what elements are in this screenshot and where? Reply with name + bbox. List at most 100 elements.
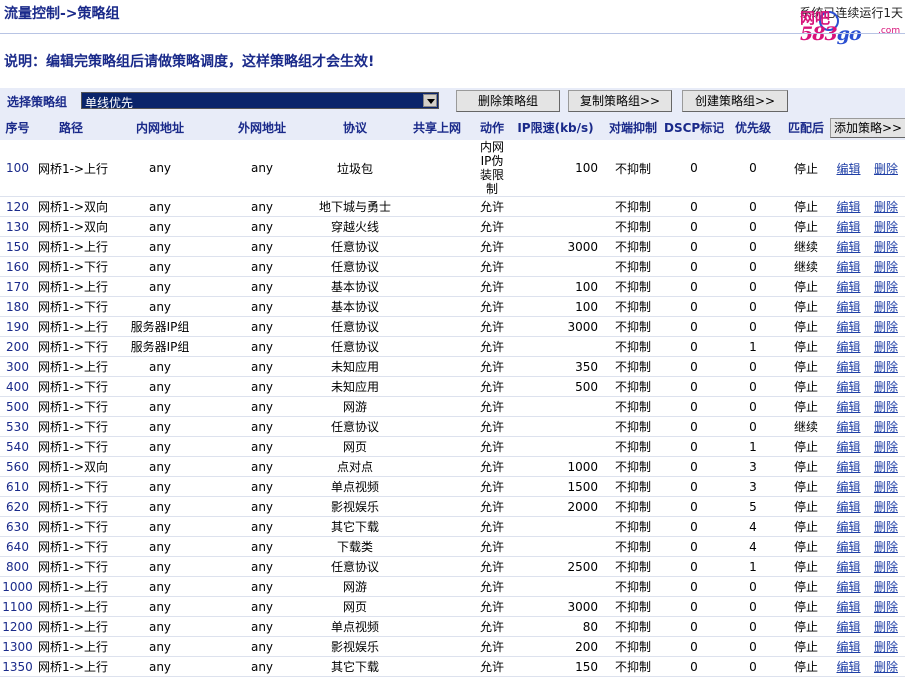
table-cell: 停止	[782, 196, 830, 217]
table-cell: 任意协议	[311, 256, 399, 277]
edit-link[interactable]: 编辑	[836, 162, 860, 176]
delete-link[interactable]: 删除	[874, 260, 898, 274]
edit-link[interactable]: 编辑	[836, 220, 860, 234]
delete-link[interactable]: 删除	[874, 162, 898, 176]
table-cell: any	[107, 140, 213, 197]
delete-link[interactable]: 删除	[874, 660, 898, 674]
table-cell: 允许	[475, 396, 509, 417]
edit-link[interactable]: 编辑	[836, 420, 860, 434]
table-cell: 继续	[782, 236, 830, 257]
delete-link[interactable]: 删除	[874, 240, 898, 254]
add-policy-button[interactable]: 添加策略>>	[830, 117, 905, 138]
table-cell: any	[107, 576, 213, 597]
delete-link[interactable]: 删除	[874, 580, 898, 594]
header-divider	[0, 33, 905, 34]
table-cell: 不抑制	[602, 356, 664, 377]
table-cell: 不抑制	[602, 616, 664, 637]
delete-link[interactable]: 删除	[874, 300, 898, 314]
table-cell: 不抑制	[602, 296, 664, 317]
edit-link[interactable]: 编辑	[836, 400, 860, 414]
edit-link[interactable]: 编辑	[836, 240, 860, 254]
delete-link[interactable]: 删除	[874, 540, 898, 554]
delete-link[interactable]: 删除	[874, 620, 898, 634]
edit-link[interactable]: 编辑	[836, 340, 860, 354]
delete-link[interactable]: 删除	[874, 360, 898, 374]
delete-link[interactable]: 删除	[874, 600, 898, 614]
edit-link[interactable]: 编辑	[836, 360, 860, 374]
edit-link[interactable]: 编辑	[836, 200, 860, 214]
table-cell	[509, 576, 602, 597]
table-row: 500 网桥1->下行 any any 网游 允许 不抑制 0 0 停止 编辑 删除	[0, 396, 905, 417]
col-header: 匹配后	[782, 115, 830, 140]
logo-digits: 583	[800, 23, 838, 45]
edit-link[interactable]: 编辑	[836, 660, 860, 674]
table-cell: 不抑制	[602, 140, 664, 197]
table-cell: 停止	[782, 296, 830, 317]
table-cell: 190	[0, 316, 35, 337]
table-cell: 允许	[475, 256, 509, 277]
edit-link[interactable]: 编辑	[836, 440, 860, 454]
create-group-button[interactable]: 创建策略组>>	[682, 90, 788, 112]
table-cell: 影视娱乐	[311, 496, 399, 517]
table-cell: any	[213, 556, 311, 577]
table-cell: 允许	[475, 616, 509, 637]
edit-link[interactable]: 编辑	[836, 460, 860, 474]
table-cell: 0	[664, 656, 724, 677]
delete-link[interactable]: 删除	[874, 400, 898, 414]
edit-link[interactable]: 编辑	[836, 260, 860, 274]
delete-link[interactable]: 删除	[874, 420, 898, 434]
delete-link[interactable]: 删除	[874, 320, 898, 334]
delete-link[interactable]: 删除	[874, 200, 898, 214]
table-cell: 网桥1->上行	[35, 316, 108, 337]
logo-domain: .com	[878, 26, 901, 36]
policy-group-select[interactable]: 单线优先	[81, 92, 439, 110]
edit-cell: 编辑	[830, 256, 867, 277]
table-cell: 停止	[782, 376, 830, 397]
edit-link[interactable]: 编辑	[836, 500, 860, 514]
edit-link[interactable]: 编辑	[836, 540, 860, 554]
delete-link[interactable]: 删除	[874, 440, 898, 454]
table-cell: 任意协议	[311, 316, 399, 337]
table-cell: 610	[0, 476, 35, 497]
delete-link[interactable]: 删除	[874, 480, 898, 494]
edit-link[interactable]: 编辑	[836, 320, 860, 334]
delete-link[interactable]: 删除	[874, 520, 898, 534]
delete-group-button[interactable]: 删除策略组	[456, 90, 560, 112]
edit-link[interactable]: 编辑	[836, 580, 860, 594]
edit-link[interactable]: 编辑	[836, 300, 860, 314]
edit-link[interactable]: 编辑	[836, 380, 860, 394]
table-cell: 允许	[475, 556, 509, 577]
edit-link[interactable]: 编辑	[836, 480, 860, 494]
delete-link[interactable]: 删除	[874, 460, 898, 474]
edit-link[interactable]: 编辑	[836, 520, 860, 534]
delete-link[interactable]: 删除	[874, 340, 898, 354]
edit-link[interactable]: 编辑	[836, 280, 860, 294]
table-cell: 0	[664, 516, 724, 537]
table-cell: 继续	[782, 256, 830, 277]
table-cell: 0	[724, 276, 782, 297]
table-cell: 0	[724, 636, 782, 657]
table-cell: 0	[724, 256, 782, 277]
edit-link[interactable]: 编辑	[836, 620, 860, 634]
table-cell: 160	[0, 256, 35, 277]
delete-link[interactable]: 删除	[874, 500, 898, 514]
table-cell	[399, 296, 475, 317]
table-row: 1000 网桥1->上行 any any 网游 允许 不抑制 0 0 停止 编辑 删除	[0, 576, 905, 597]
table-cell: any	[213, 516, 311, 537]
table-cell: 100	[509, 276, 602, 297]
table-cell: 不抑制	[602, 516, 664, 537]
delete-link[interactable]: 删除	[874, 380, 898, 394]
copy-group-button[interactable]: 复制策略组>>	[568, 90, 672, 112]
delete-cell: 删除	[867, 436, 905, 457]
delete-link[interactable]: 删除	[874, 220, 898, 234]
chevron-down-icon[interactable]	[423, 94, 437, 107]
table-cell: any	[107, 276, 213, 297]
delete-link[interactable]: 删除	[874, 560, 898, 574]
table-cell: 0	[664, 296, 724, 317]
table-cell: 未知应用	[311, 356, 399, 377]
edit-link[interactable]: 编辑	[836, 600, 860, 614]
edit-link[interactable]: 编辑	[836, 560, 860, 574]
table-cell: any	[213, 316, 311, 337]
table-cell: 停止	[782, 316, 830, 337]
delete-link[interactable]: 删除	[874, 280, 898, 294]
